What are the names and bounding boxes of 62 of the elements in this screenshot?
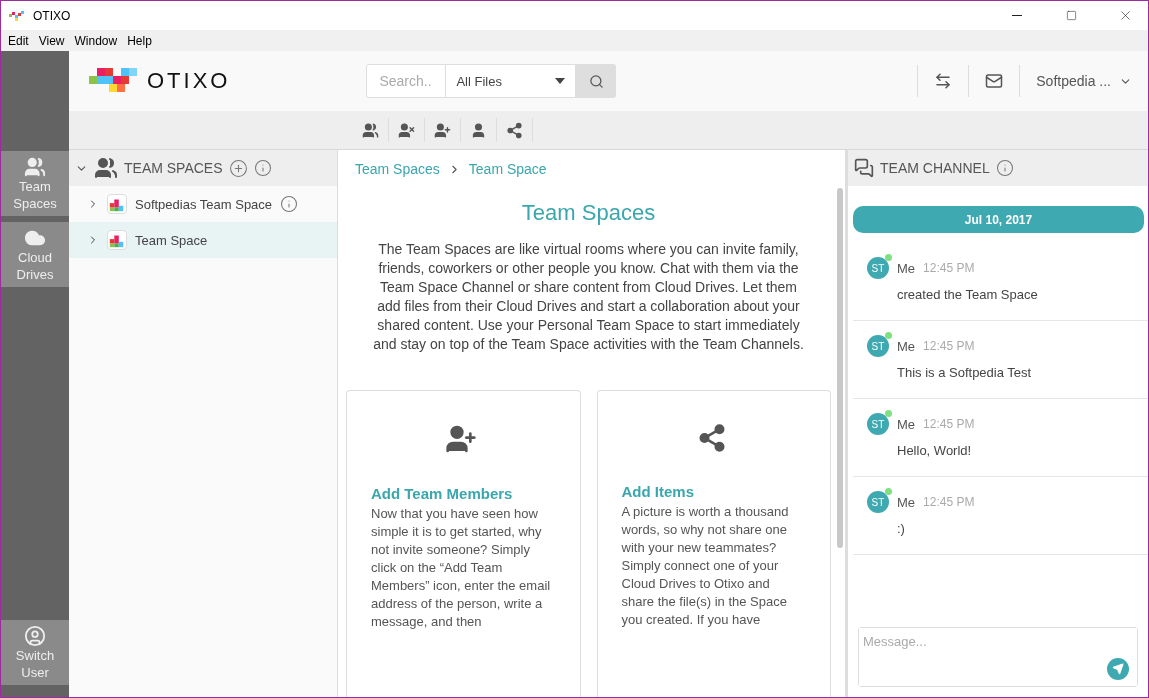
add-icon[interactable] [228,158,248,178]
message-text: :) [897,521,906,536]
user-add-icon [445,423,478,455]
search-button[interactable] [576,64,617,98]
card-text: Now that you have seen how simple it is to get started, why not invite someone? Simply click on the “Add Team Members” icon, enter the email address of the person, write a message, and then [371,505,552,631]
menu-item[interactable]: Edit [3,33,34,48]
message-author: Me [897,260,916,276]
user-add-icon [434,121,451,139]
message-text: This is a Softpedia Test [897,365,1033,380]
card-text: A picture is worth a thousand words, so why not share one with your new teammates? Simply connect one of your Cloud Drives to Otixo and share the file(s) in the Space you created. If you have [621,503,790,629]
user-avatar: ST [867,491,889,513]
tree-item-label: Softpedias Team Space [135,196,273,212]
account-menu[interactable]: Softpedia ... [1019,65,1148,97]
message-time: 12:45 PM [923,417,975,431]
message-text: created the Team Space [897,287,1039,302]
filter-dropdown[interactable]: All Files [446,64,577,98]
user-icon [470,121,487,139]
info-icon[interactable] [253,159,272,177]
team-space-icon [107,230,127,250]
tree-item[interactable]: Team Space [69,222,337,258]
info-icon[interactable] [995,159,1014,177]
message-text: Hello, World! [897,443,973,458]
group-edit-icon [362,121,379,139]
maximize-icon [1065,10,1077,21]
message-time: 12:45 PM [923,261,975,275]
app-logo-icon [9,10,25,21]
message-field[interactable]: Message... [858,627,1138,687]
caret-icon [555,78,566,84]
share-icon [506,121,523,139]
search-icon [588,73,604,89]
intro-title: Team Spaces [521,200,656,226]
logo-text: OTIXO [147,68,231,94]
team-space-icon [107,194,127,214]
user-avatar: ST [867,413,889,435]
window-title: OTIXO [33,8,72,23]
panel-title: TEAM SPACES [124,160,223,176]
minimize-icon [1012,15,1022,16]
chat-icon [854,158,874,178]
message-author: Me [897,338,916,354]
user-circle-icon [24,624,46,647]
menu-item[interactable]: Help [122,33,157,48]
date-divider: Jul 10, 2017 [853,206,1144,233]
intro-text: The Team Spaces are like virtual rooms where you can invite family, friends, coworkers or other people you know. Chat with them via the Team Space Channel or share content from Cloud Drives. Let them add files from their Cloud Drives and start a collaboration about your shared content. Use your Personal Team Space to start immediately and stay on top of the Team Space activities with the Team Channels. [372,240,805,354]
user-avatar: ST [867,335,889,357]
scrollbar[interactable] [837,188,843,548]
user-remove-icon [398,121,415,139]
group-icon [24,155,46,178]
panel-title: TEAM CHANNEL [880,160,990,176]
send-icon [1112,663,1124,675]
message-time: 12:45 PM [923,495,975,509]
message-time: 12:45 PM [923,339,975,353]
user-avatar: ST [867,257,889,279]
menu-item[interactable]: Window [69,33,123,48]
envelope-icon [985,72,1004,90]
tree-item-label: Team Space [135,232,208,248]
message-author: Me [897,494,916,510]
menu-item[interactable]: View [33,33,70,48]
search-field[interactable]: Search.. [366,64,447,98]
message-author: Me [897,416,916,432]
info-icon[interactable] [280,195,299,213]
group-icon [94,156,118,180]
transfer-arrows-icon [934,72,953,90]
